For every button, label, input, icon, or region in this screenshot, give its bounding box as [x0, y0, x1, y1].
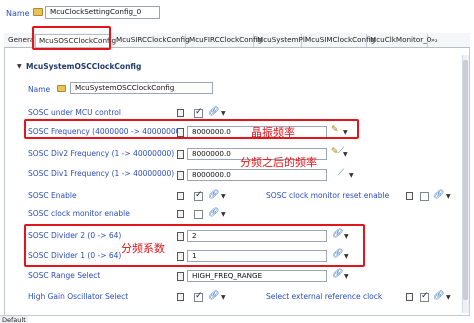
- chevron-down-icon[interactable]: ▼: [221, 294, 226, 301]
- section-title: McuSystemOSCClockConfig: [26, 62, 142, 71]
- sosc-enable-label: SOSC Enable: [28, 191, 77, 200]
- folder-icon: [57, 85, 66, 92]
- folder-icon: [33, 8, 43, 16]
- calc-icon: [406, 293, 413, 301]
- sosc-clock-monitor-reset-checkbox[interactable]: [420, 192, 429, 201]
- chevron-down-icon[interactable]: ▼: [446, 294, 451, 301]
- divider-highlight: [24, 224, 365, 267]
- select-external-reference-clock-checkbox[interactable]: [420, 291, 429, 302]
- calc-icon: [177, 293, 184, 301]
- sosc-enable-checkbox[interactable]: [194, 190, 203, 201]
- name-label: Name: [6, 9, 30, 18]
- scrollbar-thumb[interactable]: [463, 60, 468, 300]
- high-gain-osc-select-label: High Gain Oscillator Select: [28, 292, 129, 301]
- link-icon[interactable]: 🔗︎: [332, 269, 343, 279]
- sosc-clock-monitor-reset-label: SOSC clock monitor reset enable: [266, 191, 390, 200]
- chevron-down-icon[interactable]: ▼: [446, 193, 451, 200]
- calc-icon: [177, 272, 184, 281]
- calc-icon: [177, 171, 184, 180]
- sosc-under-mcu-control-label: SOSC under MCU control: [28, 108, 121, 117]
- tab-system-pll[interactable]: McuSystemPll: [254, 34, 307, 47]
- chevron-down-icon[interactable]: ▼: [221, 110, 226, 117]
- sosc-clock-monitor-enable-label: SOSC clock monitor enable: [28, 209, 130, 218]
- config-name-field[interactable]: McuClockSettingConfig_0: [45, 6, 160, 19]
- crystal-freq-annotation: 晶振频率: [251, 126, 295, 139]
- high-gain-osc-select-checkbox[interactable]: [194, 291, 203, 302]
- div-factor-annotation: 分频系数: [121, 242, 165, 255]
- chevron-down-icon[interactable]: ▼: [221, 193, 226, 200]
- after-div-freq-annotation: 分频之后的频率: [240, 156, 317, 169]
- link-icon[interactable]: 🔗︎: [208, 208, 219, 218]
- calc-icon: [177, 109, 184, 117]
- sosc-div1-frequency-label: SOSC Div1 Frequency (1 -> 40000000): [28, 169, 175, 178]
- tab-clk-monitor[interactable]: McuClkMonitor_0: [367, 34, 431, 47]
- link-icon[interactable]: 🔗︎: [208, 107, 219, 117]
- tab-firc-clock-config[interactable]: McuFIRCClockConfig: [186, 34, 262, 47]
- calc-icon: [177, 150, 184, 159]
- footer-tab-default[interactable]: Default: [0, 315, 28, 323]
- calc-icon: [406, 192, 413, 200]
- chevron-down-icon[interactable]: ▼: [349, 172, 354, 179]
- chart-icon[interactable]: ⟋: [338, 146, 344, 156]
- chart-icon[interactable]: ⟋: [338, 168, 344, 178]
- sosc-range-select-label: SOSC Range Select: [28, 271, 101, 280]
- link-icon[interactable]: 🔗︎: [433, 190, 444, 200]
- crystal-freq-highlight: [24, 119, 359, 139]
- section-name-label: Name: [28, 85, 51, 94]
- selected-tab-highlight: [32, 26, 111, 50]
- sosc-under-mcu-control-checkbox[interactable]: [194, 107, 203, 118]
- sosc-range-select-dropdown[interactable]: HIGH_FREQ_RANGE: [187, 270, 327, 282]
- sosc-div2-frequency-label: SOSC Div2 Frequency (1 -> 40000000): [28, 149, 175, 158]
- chevron-down-icon[interactable]: ▼: [344, 273, 349, 280]
- calc-icon: [177, 210, 184, 218]
- link-icon[interactable]: 🔗︎: [433, 291, 444, 301]
- collapse-icon[interactable]: ▼: [17, 63, 22, 70]
- chevron-down-icon[interactable]: ▼: [221, 211, 226, 218]
- tab-sirc-clock-config[interactable]: McuSIRCClockConfig: [113, 34, 190, 47]
- link-icon[interactable]: 🔗︎: [208, 190, 219, 200]
- tab-overflow[interactable]: »₂: [428, 34, 444, 47]
- select-external-reference-clock-label: Select external reference clock: [266, 292, 383, 301]
- sosc-clock-monitor-enable-checkbox[interactable]: [194, 210, 203, 219]
- calc-icon: [177, 192, 184, 200]
- section-name-field[interactable]: McuSystemOSCClockConfig: [70, 82, 213, 94]
- link-icon[interactable]: 🔗︎: [208, 291, 219, 301]
- tab-sim-clock-config[interactable]: McuSIMClockConfig: [302, 34, 375, 47]
- tab-general[interactable]: Genera: [5, 34, 35, 47]
- sosc-div1-frequency-field[interactable]: 8000000.0: [187, 169, 327, 181]
